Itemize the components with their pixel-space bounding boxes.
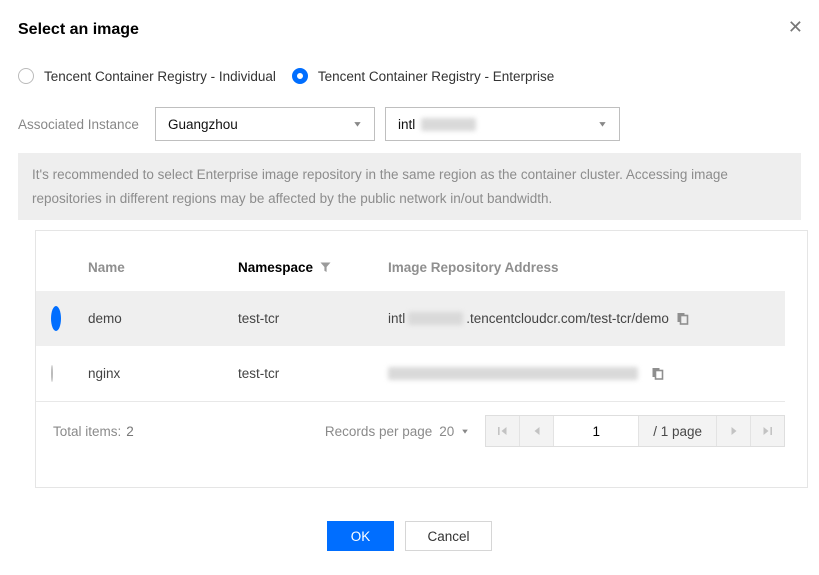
radio-individual-label: Tencent Container Registry - Individual [44, 69, 276, 84]
cancel-button[interactable]: Cancel [405, 521, 492, 551]
chevron-down-icon: ▼ [597, 120, 608, 129]
total-items-value: 2 [126, 424, 134, 439]
column-header-namespace: Namespace [238, 260, 388, 275]
image-table-card: Name Namespace Image Repository Address … [35, 230, 808, 488]
instance-select[interactable]: intl ▼ [385, 107, 620, 141]
table-header-row: Name Namespace Image Repository Address [36, 231, 785, 291]
associated-instance-label: Associated Instance [18, 117, 155, 132]
dialog-title: Select an image [18, 20, 801, 39]
notice-banner: It's recommended to select Enterprise im… [18, 153, 801, 220]
pager: / 1 page [485, 415, 785, 447]
radio-registry-enterprise[interactable]: Tencent Container Registry - Enterprise [292, 68, 554, 84]
row-radio-selected[interactable] [51, 306, 61, 331]
radio-enterprise-label: Tencent Container Registry - Enterprise [318, 69, 554, 84]
associated-instance-row: Associated Instance Guangzhou ▼ intl ▼ [18, 107, 801, 141]
select-image-dialog: Select an image ✕ Tencent Container Regi… [0, 0, 819, 575]
table-row-nginx[interactable]: nginx test-tcr [36, 346, 785, 402]
radio-unselected-icon[interactable] [18, 68, 34, 84]
filter-icon[interactable] [320, 262, 331, 273]
page-input[interactable] [554, 416, 639, 446]
records-per-page-select[interactable]: Records per page 20 ▼ [325, 424, 469, 439]
chevron-down-icon: ▼ [460, 427, 470, 435]
redacted-address [388, 367, 638, 380]
namespace-cell: test-tcr [238, 311, 388, 326]
pagination-bar: Total items: 2 Records per page 20 ▼ [36, 402, 785, 447]
redacted-address-segment [408, 312, 463, 325]
page-count-label: / 1 page [639, 416, 717, 446]
dialog-footer: OK Cancel [18, 521, 801, 551]
total-items-label: Total items: [53, 424, 121, 439]
copy-icon[interactable] [675, 311, 690, 326]
column-header-address: Image Repository Address [388, 260, 785, 275]
redacted-instance-id [421, 118, 476, 131]
table-row-demo[interactable]: demo test-tcr intl .tencentcloudcr.com/t… [36, 291, 785, 346]
page-first-button[interactable] [486, 416, 520, 446]
region-select[interactable]: Guangzhou ▼ [155, 107, 375, 141]
name-cell: demo [88, 311, 238, 326]
page-prev-button[interactable] [520, 416, 554, 446]
total-items: Total items: 2 [53, 424, 134, 439]
column-header-name: Name [88, 260, 238, 275]
registry-type-group: Tencent Container Registry - Individual … [18, 68, 801, 84]
close-icon[interactable]: ✕ [788, 18, 803, 36]
copy-icon[interactable] [650, 366, 665, 381]
page-last-button[interactable] [751, 416, 784, 446]
radio-registry-individual[interactable]: Tencent Container Registry - Individual [18, 68, 276, 84]
chevron-down-icon: ▼ [352, 120, 363, 129]
page-next-button[interactable] [717, 416, 751, 446]
address-cell: intl .tencentcloudcr.com/test-tcr/demo [388, 311, 785, 326]
region-select-value: Guangzhou [168, 117, 238, 132]
row-radio-unselected[interactable] [51, 365, 53, 382]
ok-button[interactable]: OK [327, 521, 394, 551]
records-per-page-label: Records per page [325, 424, 432, 439]
records-per-page-value: 20 [439, 424, 454, 439]
instance-select-value: intl [398, 117, 415, 132]
radio-selected-icon[interactable] [292, 68, 308, 84]
name-cell: nginx [88, 366, 238, 381]
address-cell [388, 366, 785, 381]
namespace-cell: test-tcr [238, 366, 388, 381]
